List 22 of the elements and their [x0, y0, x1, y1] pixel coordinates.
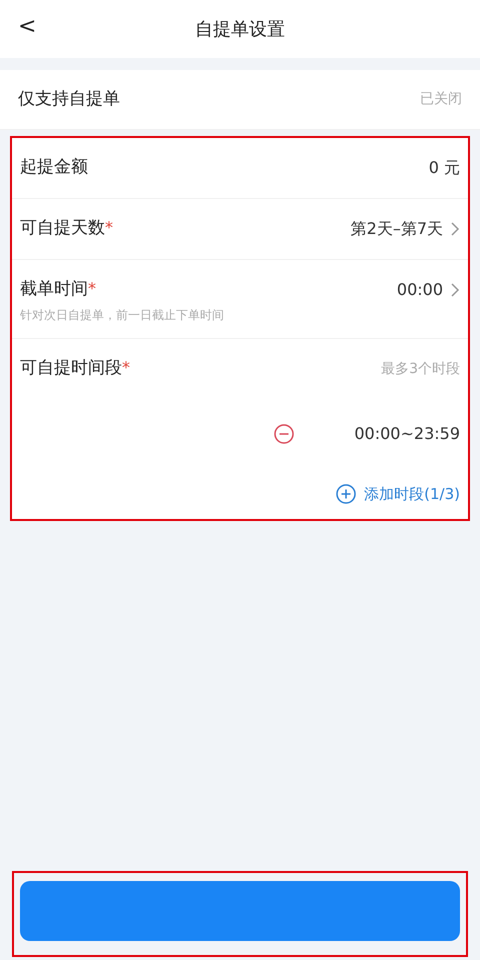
time-slot: 00:00~23:59: [354, 422, 460, 446]
setting-value: 0 元: [428, 157, 460, 179]
required-mark: *: [105, 217, 113, 240]
back-button[interactable]: <: [12, 14, 42, 40]
remove-icon[interactable]: [274, 424, 294, 444]
setting-label: 可自提天数: [20, 217, 105, 240]
setting-label: 起提金额: [20, 156, 88, 180]
page-title: 自提单设置: [195, 18, 285, 42]
setting-label: 截单时间: [20, 278, 88, 302]
required-mark: *: [122, 357, 130, 380]
status-text: 已关闭: [420, 90, 462, 109]
required-mark: *: [88, 278, 96, 300]
setting-label: 可自提时间段: [20, 357, 122, 380]
setting-value[interactable]: 00:00: [396, 278, 443, 302]
setting-label: 仅支持自提单: [18, 88, 120, 111]
limit-text: 最多3个时段: [381, 360, 460, 378]
chevron-icon: [451, 222, 460, 236]
chevron-icon: [451, 283, 460, 297]
hint-text: 针对次日自提单，前一日截止下单时间: [20, 307, 225, 324]
setting-value[interactable]: 第2天–第7天: [350, 217, 443, 241]
add-slot-button[interactable]: 添加时段(1/3): [336, 482, 460, 506]
plus-icon: [336, 484, 356, 504]
